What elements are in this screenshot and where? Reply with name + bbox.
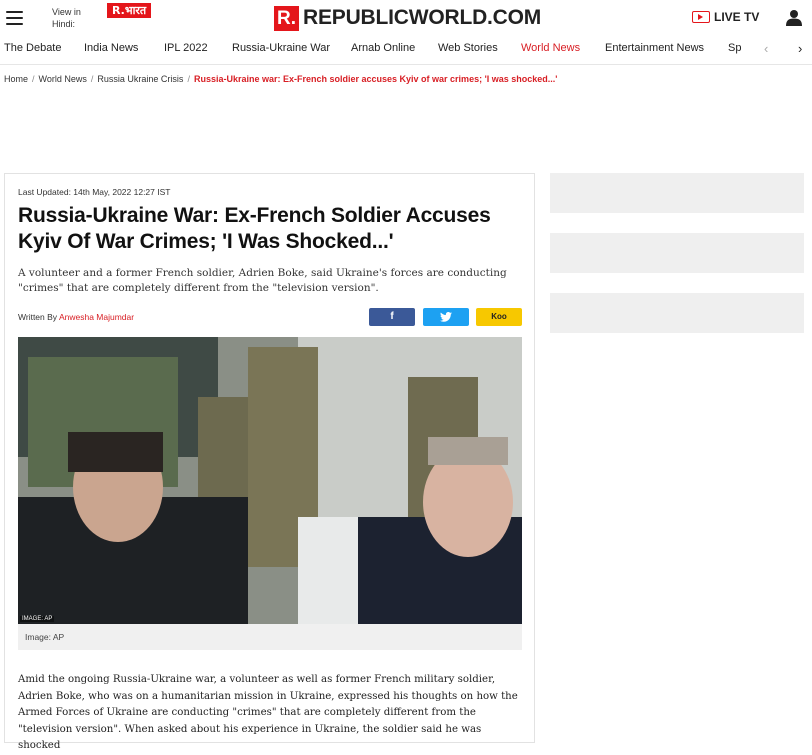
nav-item-russia-ukraine-war[interactable]: Russia-Ukraine War [232, 42, 330, 54]
image-credit-tag: IMAGE: AP [20, 616, 55, 622]
nav-item-entertainment-news[interactable]: Entertainment News [605, 42, 704, 54]
breadcrumb: Home / World News / Russia Ukraine Crisis / Ru… [4, 74, 557, 84]
koo-share-button[interactable]: Koo [476, 308, 522, 326]
last-updated: Last Updated: 14th May, 2022 12:27 IST [18, 187, 171, 197]
top-bar: View in Hindi: R.भारत R. REPUBLICWORLD.CO… [0, 0, 812, 36]
nav-item-the-debate[interactable]: The Debate [4, 42, 61, 54]
nav-next-arrow-icon[interactable]: › [798, 41, 802, 56]
breadcrumb-separator: / [187, 74, 190, 84]
main-nav: The Debate India News IPL 2022 Russia-Uk… [0, 36, 812, 65]
nav-item-web-stories[interactable]: Web Stories [438, 42, 498, 54]
article-headline: Russia-Ukraine War: Ex-French Soldier Ac… [18, 204, 491, 253]
brand-mark: R. [274, 5, 299, 31]
nav-arrows-bg [748, 36, 812, 64]
sidebar-placeholder-3 [550, 293, 804, 333]
nav-item-ipl-2022[interactable]: IPL 2022 [164, 42, 208, 54]
image-caption: Image: AP [25, 632, 65, 642]
tv-play-icon [692, 11, 710, 23]
view-in-hindi-label: View in Hindi: [52, 7, 81, 29]
hero-illustration [18, 337, 522, 624]
breadcrumb-separator: / [32, 74, 35, 84]
breadcrumb-world-news[interactable]: World News [39, 74, 87, 84]
byline: Written By Anwesha Majumdar [18, 312, 134, 322]
hamburger-icon[interactable] [6, 11, 23, 25]
nav-item-arnab-online[interactable]: Arnab Online [351, 42, 415, 54]
sidebar-placeholder-2 [550, 233, 804, 273]
nav-item-india-news[interactable]: India News [84, 42, 138, 54]
user-icon[interactable] [786, 9, 802, 26]
image-caption-bar [18, 624, 522, 650]
republic-bharat-logo[interactable]: R.भारत [107, 3, 152, 18]
breadcrumb-russia-ukraine-crisis[interactable]: Russia Ukraine Crisis [97, 74, 183, 84]
breadcrumb-home[interactable]: Home [4, 74, 28, 84]
article-summary: A volunteer and a former French soldier,… [18, 267, 507, 294]
breadcrumb-current: Russia-Ukraine war: Ex-French soldier ac… [193, 74, 558, 84]
sidebar-placeholder-1 [550, 173, 804, 213]
twitter-bird-icon [440, 312, 452, 322]
article-hero-image [18, 337, 522, 624]
nav-item-world-news[interactable]: World News [521, 42, 580, 54]
live-tv-label: LIVE TV [714, 10, 760, 24]
koo-label: Koo [491, 312, 507, 321]
author-link[interactable]: Anwesha Majumdar [59, 312, 134, 322]
brand-name: REPUBLICWORLD.COM [303, 6, 542, 29]
twitter-share-button[interactable] [423, 308, 469, 326]
article-body: Amid the ongoing Russia-Ukraine war, a v… [18, 674, 518, 751]
breadcrumb-separator: / [90, 74, 94, 84]
republic-world-logo[interactable]: R. REPUBLICWORLD.COM [274, 5, 541, 31]
facebook-icon: f [390, 311, 394, 322]
nav-item-sports[interactable]: Sp [728, 42, 741, 54]
byline-prefix: Written By [18, 312, 58, 322]
nav-prev-arrow-icon[interactable]: ‹ [764, 41, 768, 56]
live-tv-button[interactable]: LIVE TV [692, 10, 759, 24]
facebook-share-button[interactable]: f [369, 308, 415, 326]
